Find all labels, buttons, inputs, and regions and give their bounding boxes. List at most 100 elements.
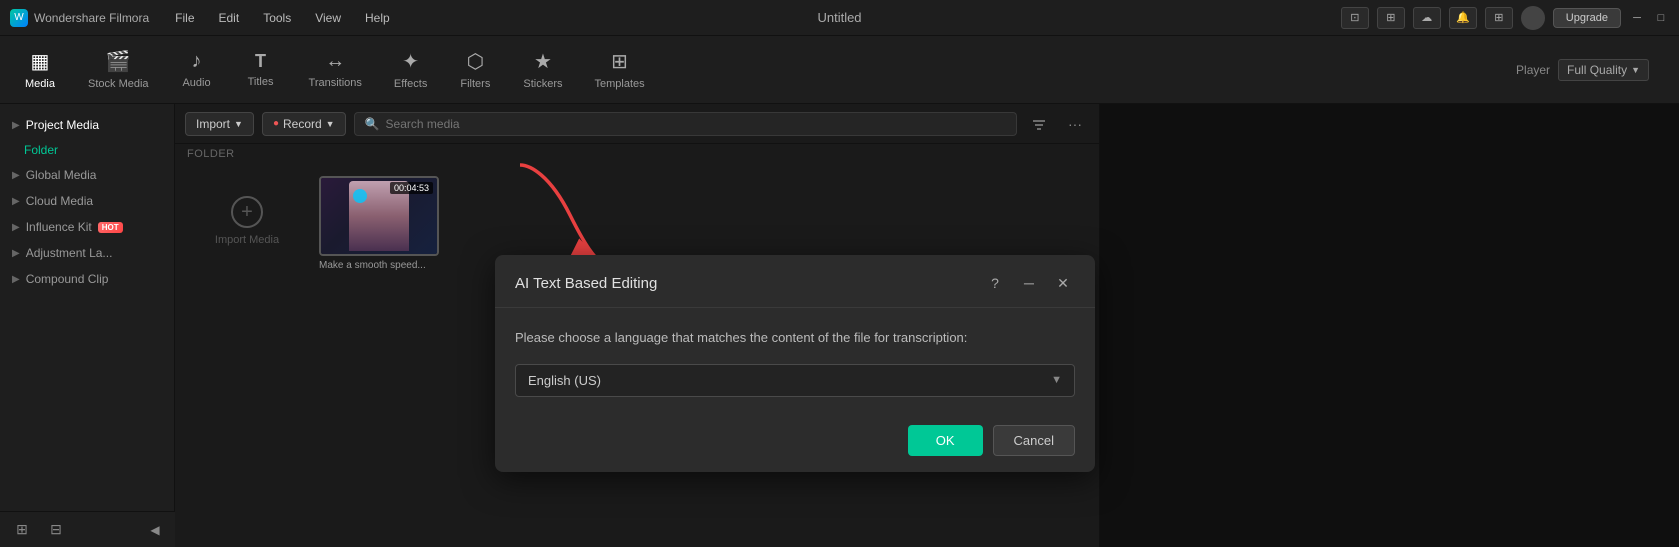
- ai-text-editing-dialog: AI Text Based Editing ? ─ ✕ Please choos…: [495, 255, 1095, 472]
- compound-clip-chevron-icon: ▶: [12, 274, 20, 285]
- record-circle-icon: ●: [273, 118, 279, 129]
- maximize-button[interactable]: □: [1653, 10, 1669, 26]
- sidebar-item-project-media[interactable]: ▶ Project Media: [0, 112, 174, 138]
- menu-view[interactable]: View: [305, 7, 351, 29]
- toolbar-templates[interactable]: ⊞ Templates: [580, 43, 658, 96]
- menu-tools[interactable]: Tools: [253, 7, 301, 29]
- toolbar-titles[interactable]: T Titles: [231, 45, 291, 94]
- sidebar-item-cloud-media[interactable]: ▶ Cloud Media: [0, 188, 174, 214]
- language-chevron-icon: ▼: [1051, 374, 1062, 386]
- sidebar-item-compound-clip[interactable]: ▶ Compound Clip: [0, 266, 174, 292]
- toolbar-transitions[interactable]: ↔ Transitions: [295, 44, 376, 95]
- filter-button[interactable]: [1025, 110, 1053, 138]
- global-media-chevron-icon: ▶: [12, 170, 20, 181]
- sidebar-folder[interactable]: Folder: [0, 138, 174, 162]
- sidebar-item-adjustment[interactable]: ▶ Adjustment La...: [0, 240, 174, 266]
- adjustment-label: Adjustment La...: [26, 246, 113, 260]
- media-thumbnail: 00:04:53: [319, 176, 439, 256]
- filters-label: Filters: [460, 78, 490, 90]
- audio-label: Audio: [182, 77, 210, 89]
- collapse-sidebar-btn[interactable]: ◀: [143, 518, 167, 542]
- dialog-minimize-button[interactable]: ─: [1017, 271, 1041, 295]
- content-toolbar: Import ▼ ● Record ▼ 🔍 ···: [175, 104, 1099, 144]
- player-label: Player: [1516, 63, 1550, 77]
- record-button[interactable]: ● Record ▼: [262, 112, 346, 136]
- filters-icon: ⬡: [467, 49, 484, 74]
- transitions-label: Transitions: [309, 77, 362, 89]
- effects-icon: ✦: [402, 49, 419, 74]
- record-label: Record: [283, 117, 322, 131]
- cloud-media-chevron-icon: ▶: [12, 196, 20, 207]
- avatar-btn[interactable]: [1521, 6, 1545, 30]
- hot-badge: HOT: [98, 222, 123, 233]
- dialog-help-button[interactable]: ?: [983, 271, 1007, 295]
- search-input[interactable]: [386, 117, 1006, 131]
- titles-icon: T: [255, 51, 266, 72]
- import-button[interactable]: Import ▼: [185, 112, 254, 136]
- media-item-0[interactable]: 00:04:53 Make a smooth speed...: [319, 176, 439, 271]
- player-controls: Player Full Quality ▼: [1516, 59, 1649, 81]
- media-label: Media: [25, 78, 55, 90]
- fullscreen-btn[interactable]: ⊡: [1341, 7, 1369, 29]
- toolbar: ▦ Media 🎬 Stock Media ♪ Audio T Titles ↔…: [0, 36, 1679, 104]
- toolbar-audio[interactable]: ♪ Audio: [167, 44, 227, 95]
- toolbar-effects[interactable]: ✦ Effects: [380, 43, 441, 96]
- toolbar-stickers[interactable]: ★ Stickers: [509, 43, 576, 96]
- import-chevron-icon: ▼: [234, 119, 243, 129]
- toolbar-stock-media[interactable]: 🎬 Stock Media: [74, 43, 163, 96]
- titles-label: Titles: [248, 76, 274, 88]
- toolbar-filters[interactable]: ⬡ Filters: [445, 43, 505, 96]
- import-media-label: Import Media: [215, 234, 279, 246]
- ok-button[interactable]: OK: [908, 425, 983, 456]
- cloud-btn[interactable]: ☁: [1413, 7, 1441, 29]
- notification-btn[interactable]: 🔔: [1449, 7, 1477, 29]
- layout-btn[interactable]: ⊞: [1377, 7, 1405, 29]
- grid-btn[interactable]: ⊞: [1485, 7, 1513, 29]
- menu-edit[interactable]: Edit: [209, 7, 250, 29]
- audio-icon: ♪: [192, 50, 202, 73]
- quality-chevron-icon: ▼: [1631, 65, 1640, 75]
- language-value: English (US): [528, 373, 601, 388]
- cancel-button[interactable]: Cancel: [993, 425, 1075, 456]
- dialog-close-button[interactable]: ✕: [1051, 271, 1075, 295]
- preview-area: [1099, 104, 1679, 547]
- more-options-button[interactable]: ···: [1061, 110, 1089, 138]
- dialog-description: Please choose a language that matches th…: [515, 328, 1075, 348]
- media-icon: ▦: [31, 49, 50, 74]
- logo-icon: W: [10, 9, 28, 27]
- import-plus-icon: +: [231, 196, 263, 228]
- search-icon: 🔍: [365, 117, 380, 131]
- menu-file[interactable]: File: [165, 7, 204, 29]
- titlebar-right: ⊡ ⊞ ☁ 🔔 ⊞ Upgrade ─ □: [1341, 6, 1669, 30]
- import-label: Import: [196, 117, 230, 131]
- quality-label: Full Quality: [1567, 63, 1627, 77]
- quality-select[interactable]: Full Quality ▼: [1558, 59, 1649, 81]
- language-select[interactable]: English (US) ▼: [515, 364, 1075, 397]
- stock-media-icon: 🎬: [106, 49, 131, 74]
- dialog-footer: OK Cancel: [495, 413, 1095, 472]
- app-name: Wondershare Filmora: [34, 11, 149, 25]
- upgrade-button[interactable]: Upgrade: [1553, 8, 1621, 28]
- light-graphic: [353, 189, 367, 203]
- remove-btn[interactable]: ⊟: [42, 516, 70, 544]
- menu-help[interactable]: Help: [355, 7, 400, 29]
- preview-dark: [1100, 104, 1679, 547]
- dialog-body: Please choose a language that matches th…: [495, 308, 1095, 413]
- titlebar-menu: File Edit Tools View Help: [165, 7, 1341, 29]
- toolbar-media[interactable]: ▦ Media: [10, 43, 70, 96]
- dialog-header: AI Text Based Editing ? ─ ✕: [495, 255, 1095, 308]
- minimize-button[interactable]: ─: [1629, 10, 1645, 26]
- record-chevron-icon: ▼: [326, 119, 335, 129]
- stickers-icon: ★: [534, 49, 552, 74]
- templates-label: Templates: [594, 78, 644, 90]
- add-folder-btn[interactable]: ⊞: [8, 516, 36, 544]
- cloud-media-label: Cloud Media: [26, 194, 93, 208]
- templates-icon: ⊞: [611, 49, 628, 74]
- search-bar[interactable]: 🔍: [354, 112, 1017, 136]
- stock-media-label: Stock Media: [88, 78, 149, 90]
- import-media-placeholder[interactable]: + Import Media: [187, 176, 307, 266]
- sidebar-item-global-media[interactable]: ▶ Global Media: [0, 162, 174, 188]
- transitions-icon: ↔: [325, 50, 345, 73]
- sidebar-item-influence-kit[interactable]: ▶ Influence Kit HOT: [0, 214, 174, 240]
- effects-label: Effects: [394, 78, 427, 90]
